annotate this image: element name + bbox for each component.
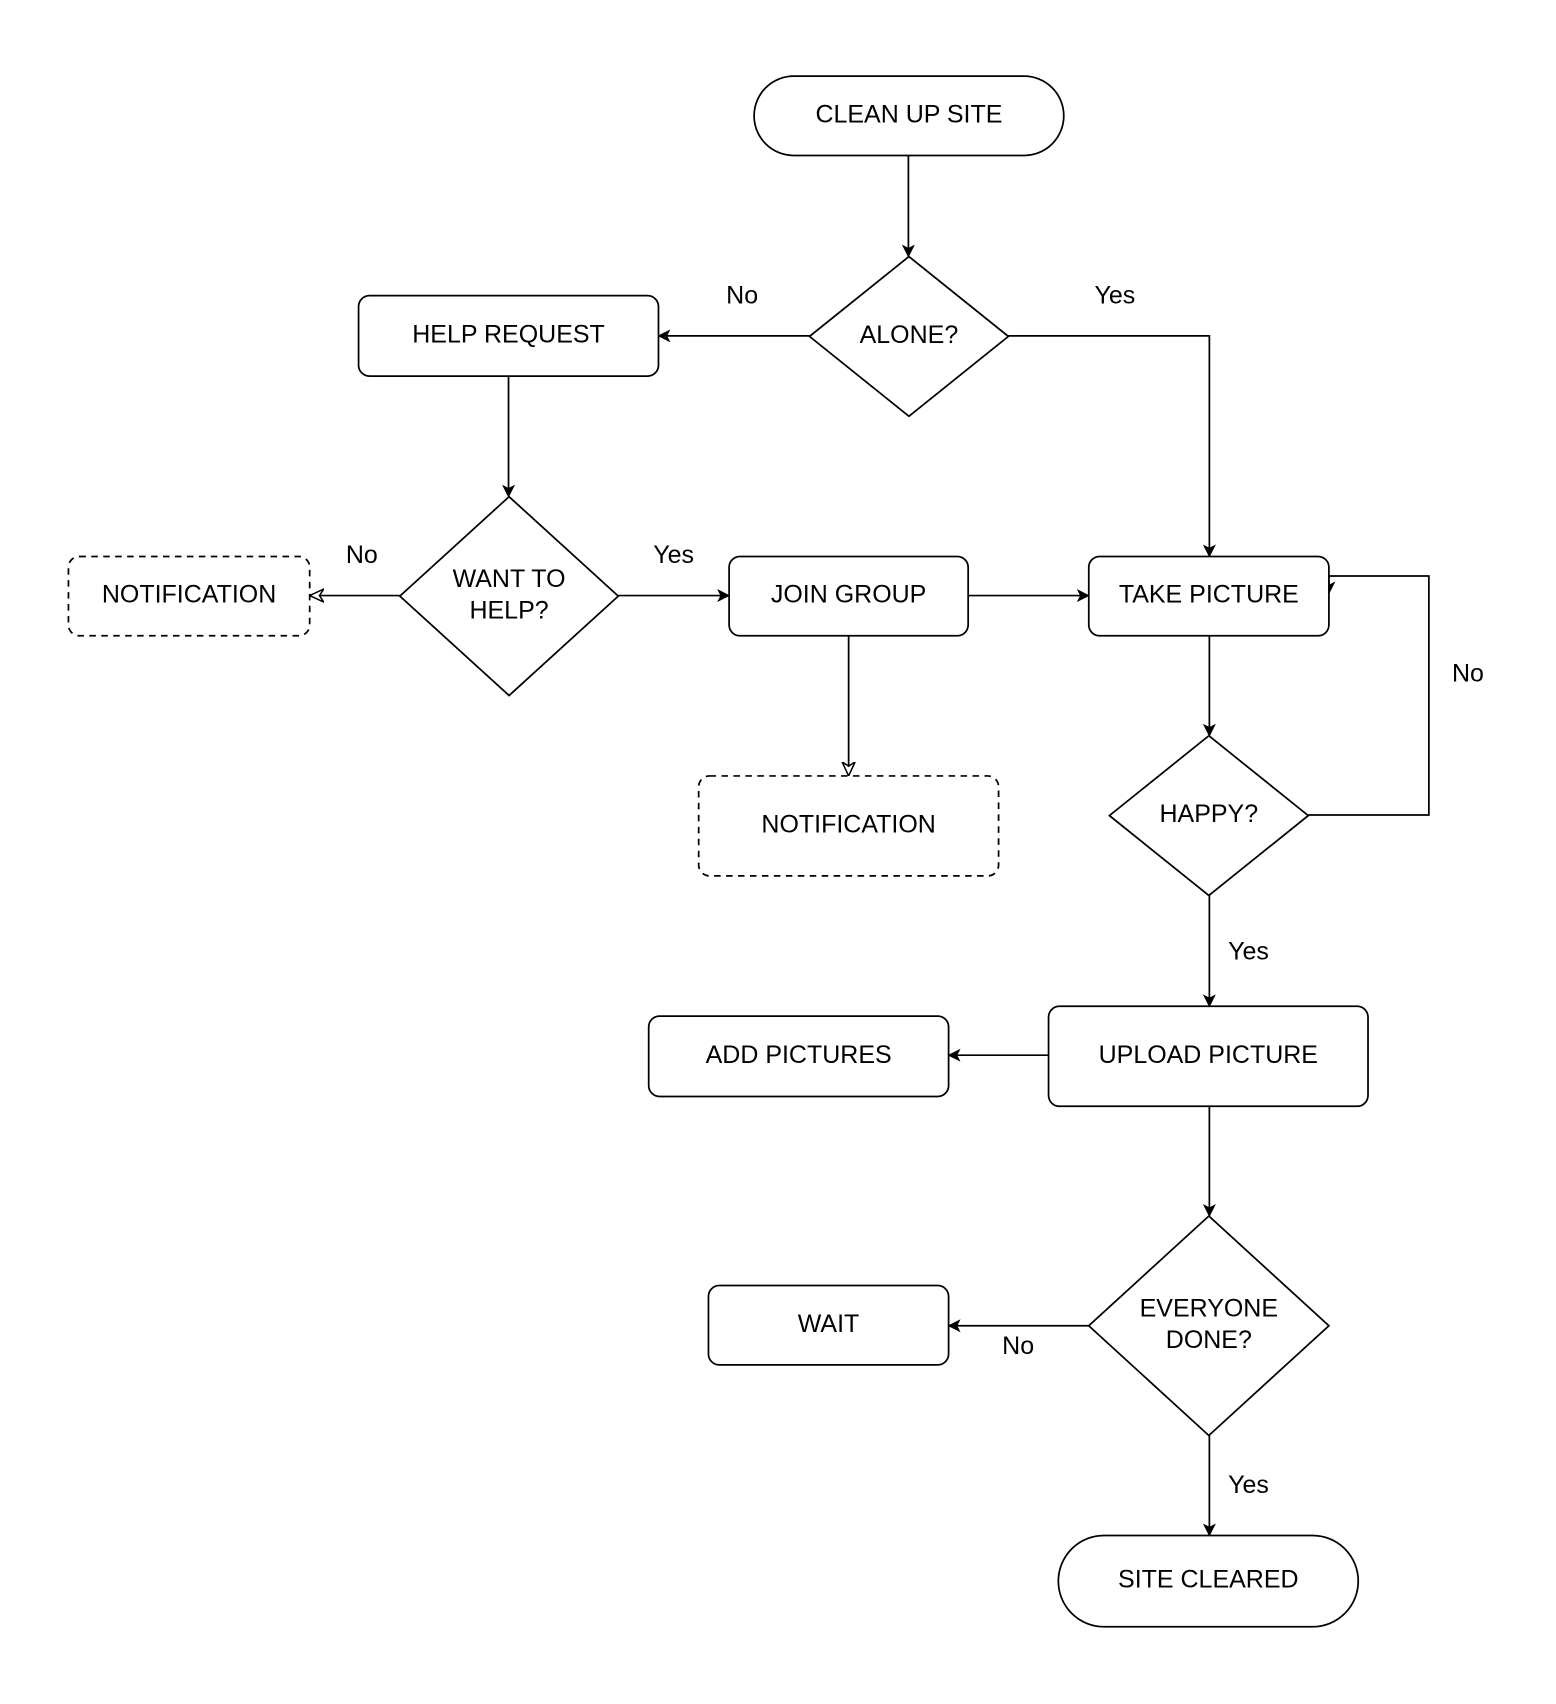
node-notification-1[interactable]: NOTIFICATION xyxy=(67,555,311,637)
node-label: HELP REQUEST xyxy=(412,320,605,348)
node-label: DONE? xyxy=(1166,1326,1252,1354)
node-wait[interactable]: WAIT xyxy=(707,1284,950,1366)
edge-label-no: No xyxy=(1452,659,1484,687)
node-clean-up-site[interactable]: CLEAN UP SITE xyxy=(753,75,1065,157)
flowchart: CLEAN UP SITE ALONE? HELP REQUEST WANT TO HE… xyxy=(67,75,1484,1628)
edge-label-no: No xyxy=(726,281,758,309)
edge-label-yes: Yes xyxy=(1228,938,1269,966)
node-site-cleared[interactable]: SITE CLEARED xyxy=(1057,1534,1360,1628)
node-join-group[interactable]: JOIN GROUP xyxy=(728,555,970,637)
node-happy[interactable]: HAPPY? xyxy=(1108,734,1310,897)
node-add-pictures[interactable]: ADD PICTURES xyxy=(647,1015,950,1098)
node-take-picture[interactable]: TAKE PICTURE xyxy=(1087,555,1330,637)
node-want-to-help[interactable]: WANT TO HELP? xyxy=(398,495,620,697)
node-label: TAKE PICTURE xyxy=(1119,581,1299,609)
node-label: HAPPY? xyxy=(1160,800,1259,828)
node-everyone-done[interactable]: EVERYONE DONE? xyxy=(1087,1214,1331,1437)
node-label: ADD PICTURES xyxy=(706,1041,892,1069)
edge-label-yes: Yes xyxy=(653,541,694,569)
node-label: WANT TO xyxy=(453,565,566,593)
node-label: JOIN GROUP xyxy=(771,581,926,609)
node-help-request[interactable]: HELP REQUEST xyxy=(357,294,660,377)
node-label: HELP? xyxy=(469,596,548,624)
node-upload-picture[interactable]: UPLOAD PICTURE xyxy=(1047,1005,1369,1108)
node-alone[interactable]: ALONE? xyxy=(808,255,1010,418)
edge-label-yes: Yes xyxy=(1094,281,1135,309)
connector-alone-to-take-picture[interactable] xyxy=(1008,334,1216,558)
edge-label-no: No xyxy=(346,541,378,569)
node-label: WAIT xyxy=(798,1310,860,1338)
node-label: NOTIFICATION xyxy=(102,581,276,609)
node-label: EVERYONE xyxy=(1140,1295,1278,1323)
node-notification-2[interactable]: NOTIFICATION xyxy=(697,775,1000,877)
nodes: CLEAN UP SITE ALONE? HELP REQUEST WANT TO HE… xyxy=(67,75,1369,1628)
node-label: NOTIFICATION xyxy=(761,811,935,839)
node-label: SITE CLEARED xyxy=(1118,1566,1299,1594)
node-label: CLEAN UP SITE xyxy=(815,100,1002,128)
node-label: ALONE? xyxy=(860,321,959,349)
edge-label-yes: Yes xyxy=(1228,1471,1269,1499)
edge-label-no: No xyxy=(1002,1332,1034,1360)
node-label: UPLOAD PICTURE xyxy=(1099,1041,1318,1069)
